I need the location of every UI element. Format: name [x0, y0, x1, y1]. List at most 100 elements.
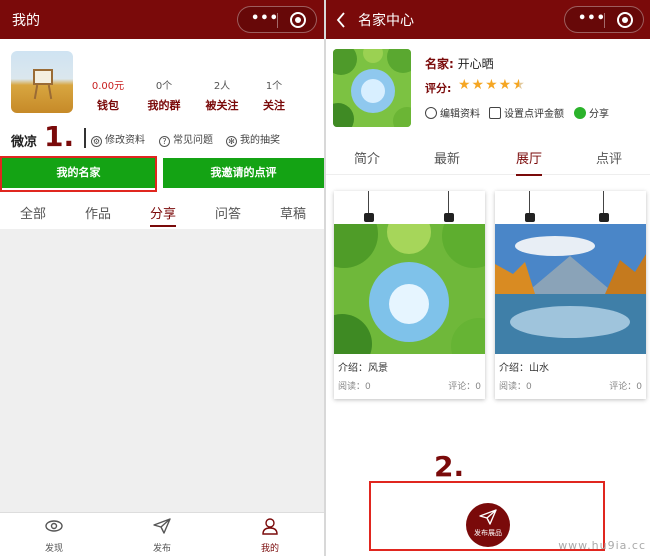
clip-wire	[368, 191, 369, 215]
clip-head	[364, 213, 374, 222]
gallery-card[interactable]: 介绍：风景 阅读：0 评论：0	[334, 191, 485, 399]
avatar[interactable]	[11, 51, 73, 113]
my-page-panel: 我的 ••• 0.00元 钱包 0个 我的群 2人 被关注 1个 关注 微凉 1…	[0, 0, 324, 556]
gallery-card[interactable]: 介绍：山水 阅读：0 评论：0	[495, 191, 646, 399]
question-icon: ?	[159, 136, 170, 147]
rating-stars: ★★★★★	[458, 77, 526, 93]
clip-wire	[603, 191, 604, 215]
nav-mine[interactable]: 我的	[240, 517, 300, 554]
tab-qa[interactable]: 问答	[215, 203, 241, 222]
groups-label: 我的群	[147, 99, 181, 112]
nav-mine-label: 我的	[260, 544, 279, 554]
clip-head	[525, 213, 535, 222]
nav-discover[interactable]: 发现	[24, 517, 84, 554]
tab-all[interactable]: 全部	[20, 203, 46, 222]
edit-profile-link[interactable]: ⚙ 修改资料	[91, 131, 145, 147]
tab-works[interactable]: 作品	[85, 203, 111, 222]
lake-mountain-image	[495, 224, 646, 354]
nav-publish[interactable]: 发布	[132, 517, 192, 554]
user-icon	[262, 518, 278, 535]
rating-label: 评分:	[425, 82, 452, 95]
tab-latest[interactable]: 最新	[434, 148, 460, 167]
name-label: 名家:	[425, 57, 454, 71]
card-comment-count: 评论：0	[609, 382, 642, 392]
followers-label: 被关注	[205, 99, 239, 112]
following-stat[interactable]: 1个 关注	[244, 77, 304, 113]
top-bar: 我的 •••	[0, 0, 324, 39]
following-label: 关注	[263, 99, 285, 112]
capsule-divider	[604, 13, 605, 28]
master-avatar[interactable]	[333, 49, 411, 127]
more-icon[interactable]: •••	[578, 11, 606, 26]
tree-canopy-image	[334, 224, 485, 354]
edit-profile-action[interactable]: 编辑资料	[425, 105, 480, 120]
active-tab-underline	[516, 174, 542, 176]
close-target-icon[interactable]	[617, 12, 633, 28]
username: 微凉	[11, 135, 38, 150]
set-review-fee-action[interactable]: 设置点评金额	[489, 105, 564, 120]
binder-clip-icon	[599, 191, 609, 224]
easel-leg	[33, 84, 39, 100]
star-icon: ★★★★★	[458, 77, 526, 93]
tab-gallery[interactable]: 展厅	[516, 148, 542, 167]
publish-exhibit-label: 发布展品	[474, 529, 502, 537]
followers-stat[interactable]: 2人 被关注	[192, 77, 252, 113]
clip-wire	[529, 191, 530, 215]
nav-discover-label: 发现	[44, 544, 63, 554]
tab-reviews[interactable]: 点评	[596, 148, 622, 167]
clip-wire	[448, 191, 449, 215]
card-description: 介绍：风景	[338, 363, 388, 374]
binder-clip-icon	[444, 191, 454, 224]
tab-share[interactable]: 分享	[150, 203, 176, 222]
card-comment-count: 评论：0	[448, 382, 481, 392]
faq-link[interactable]: ? 常见问题	[159, 131, 213, 147]
master-center-panel: 名家中心 ••• 名家: 开心晒 评分: ★★★★★ 编辑资料 设置点评金额 分…	[326, 0, 650, 556]
annotation-step-1: 1.	[44, 120, 75, 153]
share-label: 分享	[589, 109, 609, 120]
my-lottery-link[interactable]: ✻ 我的抽奖	[226, 131, 280, 147]
watermark: www.hu9ia.cc	[558, 539, 646, 552]
eye-icon	[45, 520, 63, 532]
easel-image	[33, 69, 53, 85]
wallet-stat[interactable]: 0.00元 钱包	[78, 77, 138, 113]
mini-program-capsule[interactable]: •••	[564, 6, 644, 33]
card-read-count: 阅读：0	[499, 382, 532, 392]
top-bar: 名家中心 •••	[326, 0, 650, 39]
share-icon	[574, 107, 586, 119]
easel-leg	[47, 84, 53, 100]
tree-canopy-image	[333, 49, 411, 127]
send-icon	[479, 509, 497, 525]
tab-intro[interactable]: 简介	[354, 148, 380, 167]
pinwheel-icon: ✻	[226, 136, 237, 147]
master-tabs: 简介 最新 展厅 点评	[326, 138, 650, 176]
close-target-icon[interactable]	[290, 12, 306, 28]
clip-head	[444, 213, 454, 222]
edit-profile-label: 修改资料	[105, 135, 145, 146]
page-title: 我的	[12, 13, 40, 29]
bottom-nav: 发现 发布 我的	[0, 512, 324, 556]
publish-exhibit-button[interactable]: 发布展品	[466, 503, 510, 547]
annotation-step-2: 2.	[434, 450, 465, 483]
my-invited-reviews-button[interactable]: 我邀请的点评	[163, 158, 324, 188]
edit-icon	[489, 107, 501, 119]
binder-clip-icon	[525, 191, 535, 224]
card-description: 介绍：山水	[499, 363, 549, 374]
mini-program-capsule[interactable]: •••	[237, 6, 317, 33]
profile-section: 0.00元 钱包 0个 我的群 2人 被关注 1个 关注 微凉 1. ⚙ 修改资料…	[0, 39, 324, 229]
more-icon[interactable]: •••	[251, 11, 279, 26]
groups-value: 0个	[155, 81, 173, 92]
set-review-fee-label: 设置点评金额	[504, 109, 564, 120]
artwork-image	[334, 224, 485, 354]
my-groups-stat[interactable]: 0个 我的群	[134, 77, 194, 113]
tab-drafts[interactable]: 草稿	[280, 203, 306, 222]
rating-label-wrap: 评分:	[425, 80, 451, 96]
lottery-label: 我的抽奖	[240, 135, 280, 146]
back-icon[interactable]	[336, 12, 346, 28]
gear-icon	[425, 107, 437, 119]
share-action[interactable]: 分享	[574, 105, 609, 120]
send-icon	[153, 518, 171, 534]
content-tabs: 全部 作品 分享 问答 草稿	[0, 196, 324, 229]
binder-clip-icon	[364, 191, 374, 224]
wallet-label: 钱包	[97, 99, 119, 112]
followers-value: 2人	[213, 81, 231, 92]
